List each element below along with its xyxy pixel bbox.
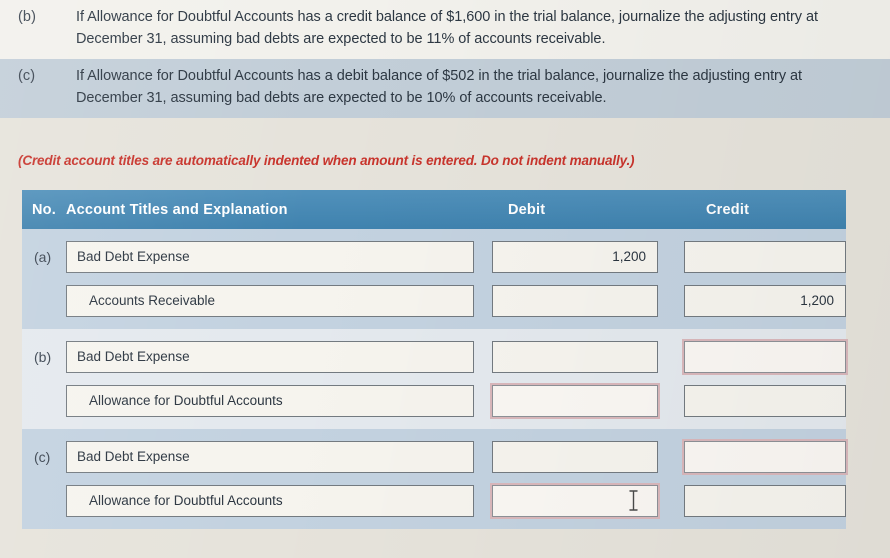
prompt-c-line1: If Allowance for Doubtful Accounts has a… xyxy=(76,68,803,84)
credit-slot xyxy=(666,241,846,273)
credit-cell xyxy=(666,385,846,417)
journal-entry-group: (c) Bad Debt Expense Allowance for Doubtfu… xyxy=(22,429,848,529)
prompt-row-c: (c) If Allowance for Doubtful Accounts h… xyxy=(0,59,890,118)
journal-entry-row: Allowance for Doubtful Accounts xyxy=(22,379,846,423)
credit-cell: 1,200 xyxy=(666,285,846,317)
debit-cell xyxy=(486,483,666,519)
credit-cell xyxy=(666,439,848,475)
account-title-input[interactable]: Accounts Receivable xyxy=(66,285,474,317)
debit-cell xyxy=(486,341,666,373)
journal-table-body: (a) Bad Debt Expense 1,200 Accounts Receiva… xyxy=(22,229,848,529)
credit-slot xyxy=(666,339,848,375)
credit-slot xyxy=(666,485,846,517)
credit-amount-input[interactable] xyxy=(684,385,846,417)
credit-amount-input[interactable] xyxy=(684,485,846,517)
debit-amount-input[interactable] xyxy=(492,285,658,317)
debit-slot xyxy=(486,383,666,419)
account-title-cell: Allowance for Doubtful Accounts xyxy=(66,385,486,417)
credit-slot xyxy=(666,385,846,417)
debit-cell xyxy=(486,285,666,317)
credit-cell xyxy=(666,241,846,273)
debit-slot: 1,200 xyxy=(486,241,666,273)
debit-slot xyxy=(486,483,666,519)
credit-indent-note: (Credit account titles are automatically… xyxy=(18,153,635,168)
journal-entry-row: (a) Bad Debt Expense 1,200 xyxy=(22,235,846,279)
entry-number-label: (a) xyxy=(34,249,52,265)
credit-cell xyxy=(666,485,846,517)
debit-slot xyxy=(486,341,666,373)
prompt-text-c: If Allowance for Doubtful Accounts has a… xyxy=(76,66,872,109)
prompt-label-b: (b) xyxy=(18,9,37,25)
debit-amount-input[interactable] xyxy=(492,341,658,373)
account-title-input[interactable]: Bad Debt Expense xyxy=(66,241,474,273)
credit-amount-input[interactable] xyxy=(684,241,846,273)
account-title-input[interactable]: Bad Debt Expense xyxy=(66,341,474,373)
journal-entry-table: No. Account Titles and Explanation Debit… xyxy=(22,190,848,529)
prompt-text-b: If Allowance for Doubtful Accounts has a… xyxy=(76,7,872,50)
debit-amount-input[interactable] xyxy=(492,441,658,473)
header-no: No. xyxy=(32,201,56,218)
journal-entry-row: Allowance for Doubtful Accounts xyxy=(22,479,846,523)
header-debit: Debit xyxy=(508,201,546,218)
account-title-input[interactable]: Allowance for Doubtful Accounts xyxy=(66,385,474,417)
question-prompts: (b) If Allowance for Doubtful Accounts h… xyxy=(0,0,890,118)
credit-amount-input[interactable]: 1,200 xyxy=(684,285,846,317)
header-account: Account Titles and Explanation xyxy=(66,201,288,218)
account-title-cell: Allowance for Doubtful Accounts xyxy=(66,485,486,517)
credit-slot: 1,200 xyxy=(666,285,846,317)
prompt-b-line1: If Allowance for Doubtful Accounts has a… xyxy=(76,9,818,25)
journal-entry-group: (b) Bad Debt Expense Allowance for Doubtfu… xyxy=(22,329,848,429)
debit-amount-input[interactable] xyxy=(490,483,660,519)
journal-entry-row: (b) Bad Debt Expense xyxy=(22,335,848,379)
journal-entry-group: (a) Bad Debt Expense 1,200 Accounts Receiva… xyxy=(22,229,846,329)
account-title-input[interactable]: Bad Debt Expense xyxy=(66,441,474,473)
debit-cell: 1,200 xyxy=(486,241,666,273)
account-title-cell: Accounts Receivable xyxy=(66,285,486,317)
debit-amount-input[interactable]: 1,200 xyxy=(492,241,658,273)
debit-cell xyxy=(486,441,666,473)
header-credit: Credit xyxy=(706,201,750,218)
prompt-b-line2: December 31, assuming bad debts are expe… xyxy=(76,30,606,47)
account-title-cell: Bad Debt Expense xyxy=(66,241,486,273)
debit-slot xyxy=(486,441,666,473)
debit-slot xyxy=(486,285,666,317)
account-title-input[interactable]: Allowance for Doubtful Accounts xyxy=(66,485,474,517)
debit-amount-input[interactable] xyxy=(490,383,660,419)
prompt-row-b: (b) If Allowance for Doubtful Accounts h… xyxy=(0,0,890,59)
account-title-cell: Bad Debt Expense xyxy=(66,341,486,373)
prompt-label-c: (c) xyxy=(18,68,36,84)
journal-table-header: No. Account Titles and Explanation Debit… xyxy=(22,190,846,229)
entry-number-label: (b) xyxy=(34,349,52,365)
credit-cell xyxy=(666,339,848,375)
prompt-c-line2: December 31, assuming bad debts are expe… xyxy=(76,89,607,106)
credit-amount-input[interactable] xyxy=(682,339,848,375)
credit-amount-input[interactable] xyxy=(682,439,848,475)
journal-entry-row: Accounts Receivable 1,200 xyxy=(22,279,846,323)
debit-cell xyxy=(486,383,666,419)
journal-entry-row: (c) Bad Debt Expense xyxy=(22,435,848,479)
account-title-cell: Bad Debt Expense xyxy=(66,441,486,473)
entry-number-label: (c) xyxy=(34,449,51,465)
credit-slot xyxy=(666,439,848,475)
